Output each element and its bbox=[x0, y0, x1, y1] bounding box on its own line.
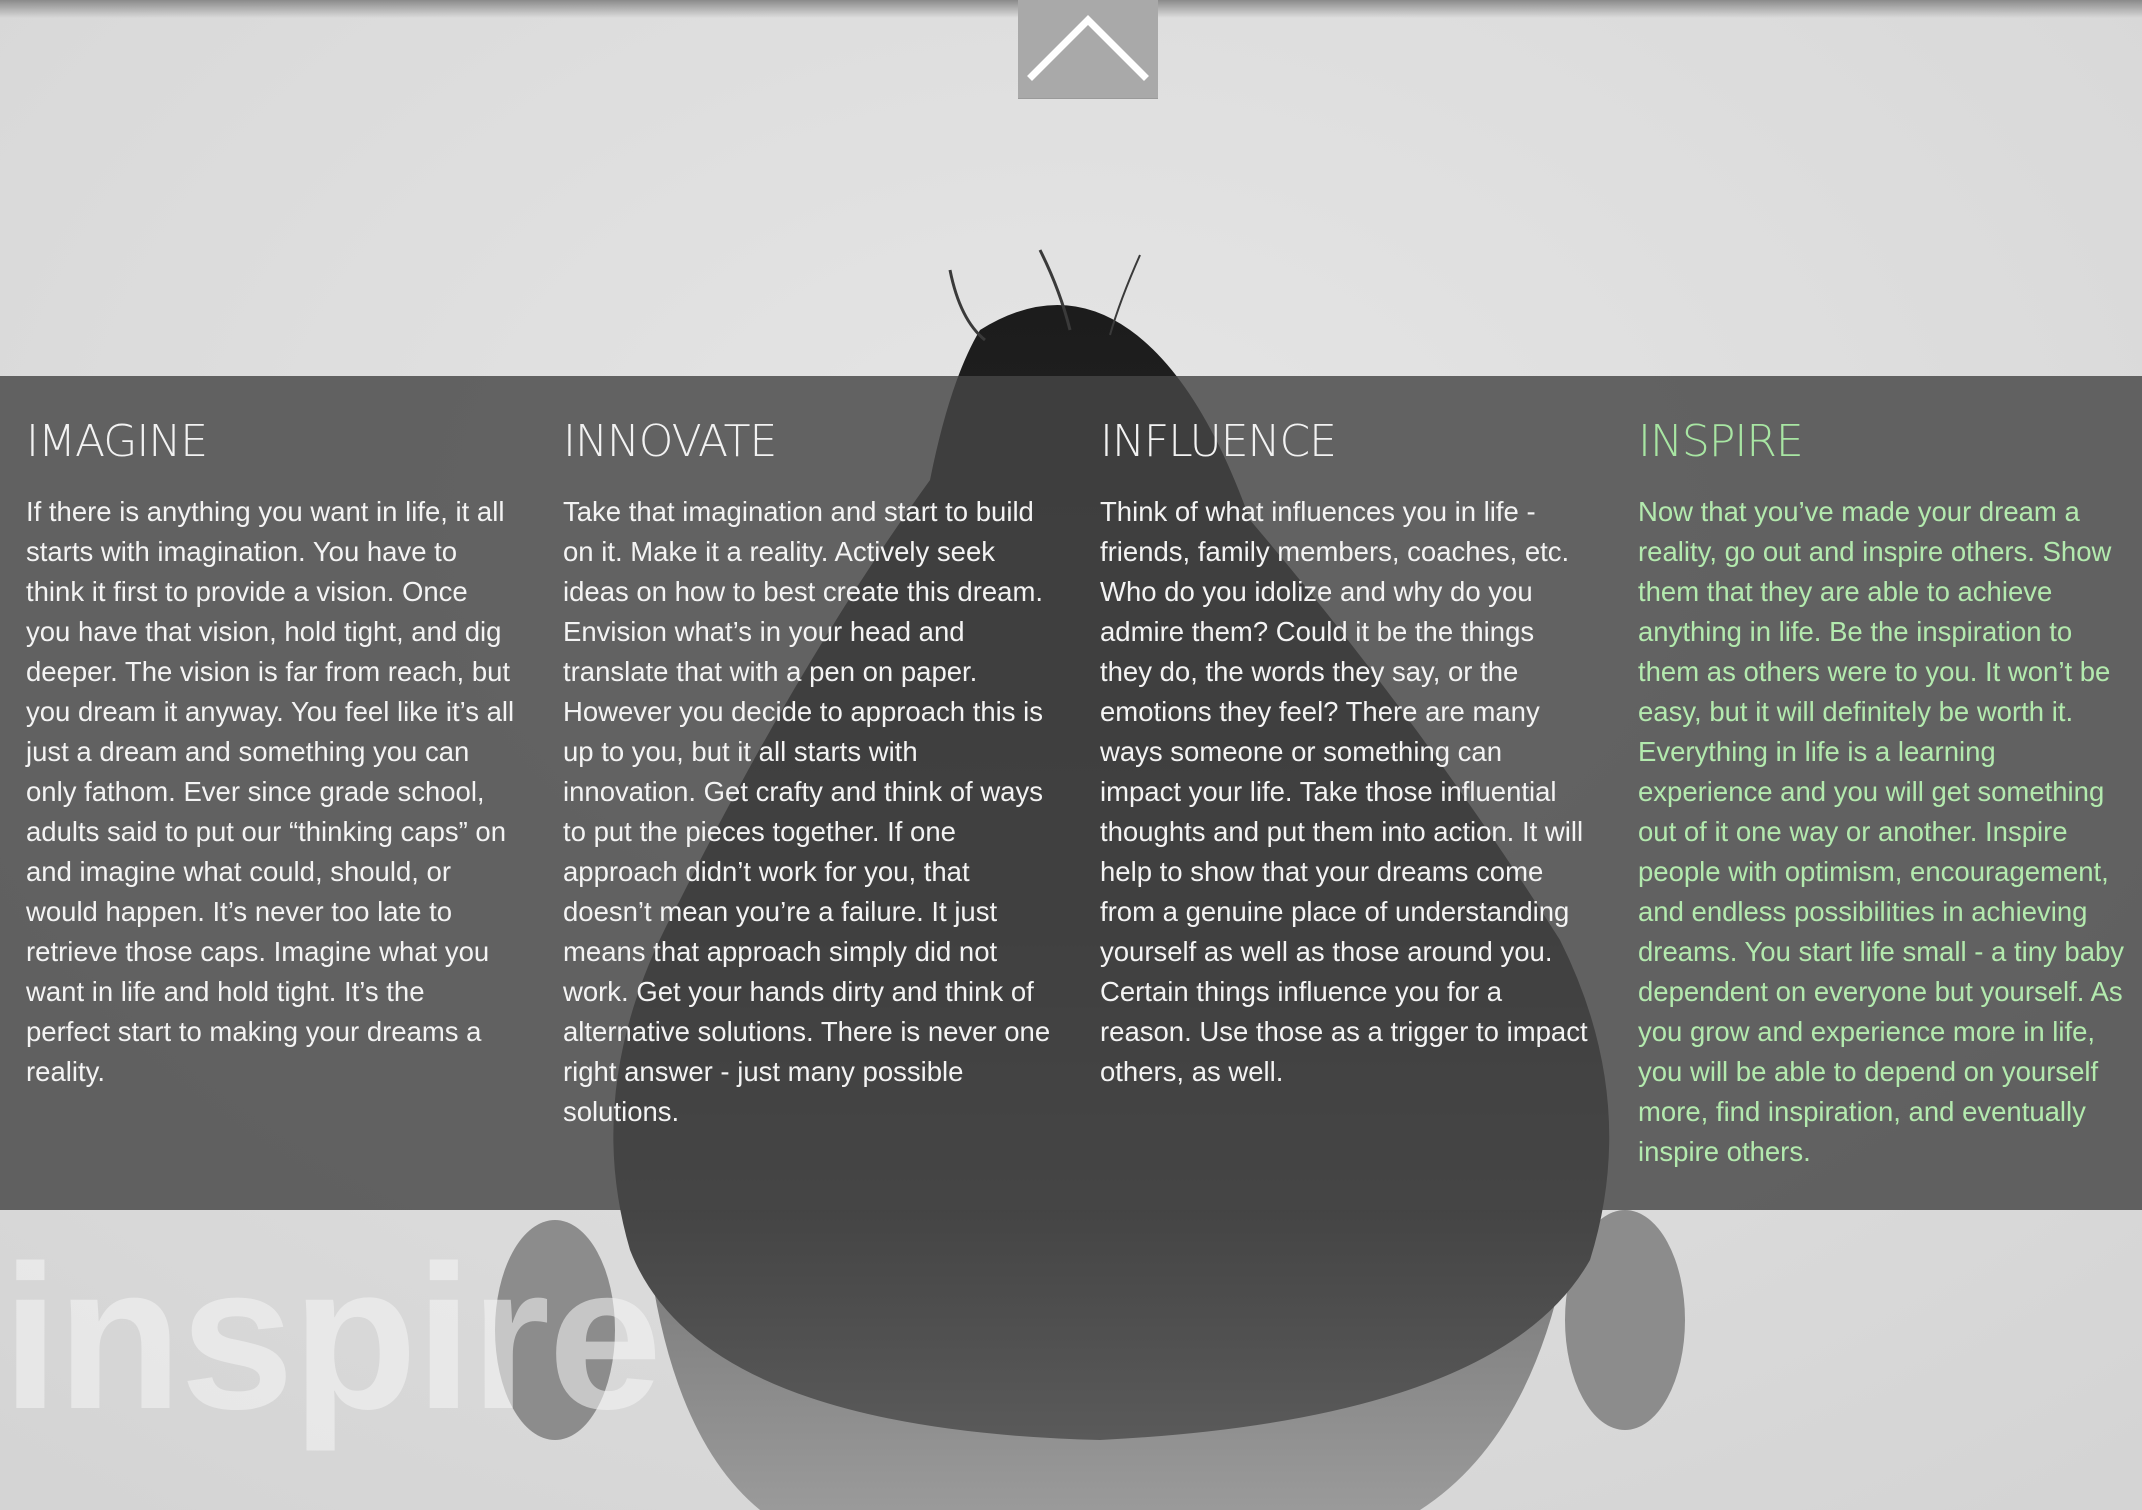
section-heading: INFLUENCE bbox=[1100, 416, 1337, 467]
section-imagine: IMAGINE If there is anything you want in… bbox=[26, 410, 516, 1092]
section-body: Take that imagination and start to build… bbox=[563, 496, 1051, 1127]
section-body: Think of what influences you in life - f… bbox=[1100, 496, 1588, 1087]
section-heading: INNOVATE bbox=[563, 416, 777, 467]
section-heading: IMAGINE bbox=[26, 416, 208, 467]
scroll-to-top-button[interactable] bbox=[1018, 0, 1158, 99]
section-inspire: INSPIRE Now that you’ve made your dream … bbox=[1638, 410, 2128, 1172]
page: IMAGINE If there is anything you want in… bbox=[0, 0, 2142, 1510]
watermark-text: inspire bbox=[2, 1223, 662, 1452]
section-body: If there is anything you want in life, i… bbox=[26, 496, 515, 1087]
section-innovate: INNOVATE Take that imagination and start… bbox=[563, 410, 1053, 1132]
section-influence: INFLUENCE Think of what influences you i… bbox=[1100, 410, 1590, 1092]
chevron-up-icon bbox=[1027, 15, 1149, 81]
section-body: Now that you’ve made your dream a realit… bbox=[1638, 496, 2125, 1167]
section-heading: INSPIRE bbox=[1638, 416, 1804, 467]
